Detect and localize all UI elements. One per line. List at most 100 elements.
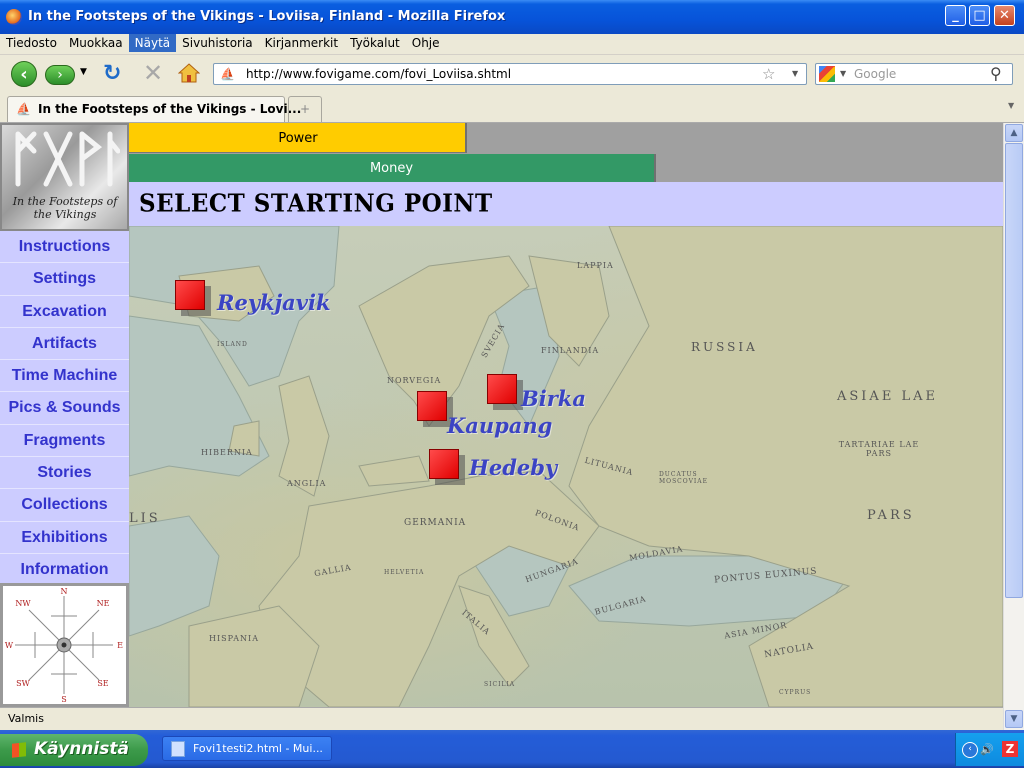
compass-e: E bbox=[117, 641, 123, 650]
compass-rose: N S E W NW NE SW SE bbox=[0, 583, 129, 707]
bookmark-star-icon[interactable]: ☆ bbox=[762, 65, 775, 83]
window-title: In the Footsteps of the Vikings - Loviis… bbox=[28, 9, 506, 24]
nav-artifacts[interactable]: Artifacts bbox=[0, 328, 129, 361]
menu-tyokalut[interactable]: Työkalut bbox=[344, 34, 406, 52]
windows-flag-icon bbox=[12, 742, 26, 758]
nav-information[interactable]: Information bbox=[0, 554, 129, 587]
home-icon[interactable] bbox=[177, 63, 201, 83]
compass-se: SE bbox=[97, 679, 108, 688]
compass-s: S bbox=[61, 695, 66, 704]
url-dropdown-icon[interactable]: ▼ bbox=[792, 69, 798, 78]
heading-bar: SELECT STARTING POINT bbox=[129, 182, 1003, 226]
back-button[interactable]: ‹ bbox=[11, 61, 37, 87]
search-engine-dropdown-icon[interactable]: ▼ bbox=[840, 69, 846, 78]
map-label-norvegia: NORVEGIA bbox=[387, 376, 442, 385]
map-label-lis: LIS bbox=[129, 511, 161, 526]
map-label-anglia: ANGLIA bbox=[287, 479, 327, 488]
map-label-helvetia: HELVETIA bbox=[384, 569, 425, 576]
tray-antivirus-icon[interactable]: Z bbox=[1002, 741, 1018, 757]
compass-rose-icon: N S E W NW NE SW SE bbox=[5, 587, 123, 704]
new-tab-button[interactable]: + bbox=[288, 96, 322, 122]
status-bar: Valmis bbox=[0, 707, 1003, 731]
map-label-hispania: HISPANIA bbox=[209, 634, 259, 643]
maximize-button[interactable]: □ bbox=[969, 5, 990, 26]
menu-sivuhistoria[interactable]: Sivuhistoria bbox=[176, 34, 259, 52]
tab-bar: ⛵ In the Footsteps of the Vikings - Lovi… bbox=[0, 93, 1024, 123]
city-marker[interactable] bbox=[487, 374, 517, 404]
map-label-tartariae: TARTARIAE LAE PARS bbox=[838, 440, 920, 458]
map-label-ducatus: DUCATUS MOSCOVIAE bbox=[659, 471, 708, 485]
city-marker[interactable] bbox=[175, 280, 205, 310]
menu-kirjanmerkit[interactable]: Kirjanmerkit bbox=[259, 34, 344, 52]
forward-button[interactable]: › bbox=[45, 65, 75, 85]
site-favicon-icon: ⛵ bbox=[220, 67, 235, 81]
reload-icon[interactable]: ↻ bbox=[103, 61, 121, 87]
nav-fragments[interactable]: Fragments bbox=[0, 425, 129, 458]
taskbar-item-firefox[interactable]: Fovi1testi2.html - Mui... bbox=[162, 736, 332, 761]
map-label-cyprus: CYPRUS bbox=[779, 689, 812, 696]
search-placeholder: Google bbox=[854, 67, 897, 81]
nav-exhibitions[interactable]: Exhibitions bbox=[0, 522, 129, 554]
compass-w: W bbox=[5, 641, 14, 650]
tray-volume-icon[interactable]: 🔊 bbox=[980, 743, 994, 756]
money-label: Money bbox=[369, 161, 414, 176]
scroll-down-icon[interactable]: ▼ bbox=[1005, 710, 1023, 728]
tab-list-icon[interactable]: ▼ bbox=[1008, 101, 1014, 110]
site-logo[interactable]: In the Footsteps of the Vikings bbox=[0, 123, 129, 231]
city-name[interactable]: Birka bbox=[521, 386, 586, 411]
scroll-thumb[interactable] bbox=[1005, 143, 1023, 598]
menu-nayta[interactable]: Näytä bbox=[128, 34, 177, 52]
vertical-scrollbar[interactable]: ▲ ▼ bbox=[1003, 123, 1024, 730]
money-meter: Money bbox=[129, 153, 1003, 182]
tab-active[interactable]: ⛵ In the Footsteps of the Vikings - Lovi… bbox=[7, 96, 301, 122]
window-titlebar[interactable]: In the Footsteps of the Vikings - Loviis… bbox=[0, 0, 1024, 34]
map-label-finlandia: FINLANDIA bbox=[541, 346, 600, 355]
city-marker[interactable] bbox=[417, 391, 447, 421]
city-name[interactable]: Kaupang bbox=[447, 413, 552, 438]
nav-excavation[interactable]: Excavation bbox=[0, 296, 129, 328]
tab-favicon-icon: ⛵ bbox=[16, 102, 31, 116]
menu-ohje[interactable]: Ohje bbox=[406, 34, 446, 52]
document-icon bbox=[171, 741, 185, 757]
url-text: http://www.fovigame.com/fovi_Loviisa.sht… bbox=[246, 67, 512, 81]
menu-muokkaa[interactable]: Muokkaa bbox=[63, 34, 129, 52]
nav-stories[interactable]: Stories bbox=[0, 457, 129, 490]
map-label-sicilia: SICILIA bbox=[484, 681, 516, 688]
city-marker[interactable] bbox=[429, 449, 459, 479]
map-label-hibernia: HIBERNIA bbox=[201, 448, 253, 457]
stop-icon[interactable]: ✕ bbox=[143, 59, 163, 87]
compass-ne: NE bbox=[97, 599, 110, 608]
start-label: Käynnistä bbox=[34, 739, 129, 759]
page-content: In the Footsteps of the Vikings Power Mo… bbox=[0, 123, 1003, 707]
logo-text: In the Footsteps of the Vikings bbox=[12, 195, 118, 221]
minimize-button[interactable]: _ bbox=[945, 5, 966, 26]
tab-title: In the Footsteps of the Vikings - Lovi..… bbox=[38, 102, 302, 116]
navigation-toolbar: ‹ › ▼ ↻ ✕ ⛵ http://www.fovigame.com/fovi… bbox=[0, 55, 1024, 93]
url-bar[interactable]: ⛵ http://www.fovigame.com/fovi_Loviisa.s… bbox=[213, 63, 807, 85]
menu-bar: Tiedosto Muokkaa Näytä Sivuhistoria Kirjanme… bbox=[0, 34, 1024, 55]
europe-map: LAPPIA RUSSIA FINLANDIA SVECIA NORVEGIA … bbox=[129, 226, 1003, 707]
nav-pics-sounds[interactable]: Pics & Sounds bbox=[0, 392, 129, 425]
map-label-russia: RUSSIA bbox=[691, 340, 758, 354]
system-tray: ‹ 🔊 Z bbox=[955, 733, 1024, 766]
sidebar-nav: Instructions Settings Excavation Artifac… bbox=[0, 231, 129, 587]
nav-instructions[interactable]: Instructions bbox=[0, 231, 129, 264]
scroll-up-icon[interactable]: ▲ bbox=[1005, 124, 1023, 142]
nav-time-machine[interactable]: Time Machine bbox=[0, 360, 129, 393]
menu-tiedosto[interactable]: Tiedosto bbox=[0, 34, 63, 52]
search-bar[interactable]: ▼ Google ⚲ bbox=[815, 63, 1013, 85]
city-name[interactable]: Reykjavik bbox=[217, 290, 331, 315]
history-dropdown-icon[interactable]: ▼ bbox=[80, 67, 87, 93]
tray-network-icon[interactable]: ‹ bbox=[962, 742, 978, 758]
compass-n: N bbox=[61, 587, 68, 596]
google-engine-icon[interactable] bbox=[819, 66, 835, 82]
compass-nw: NW bbox=[15, 599, 31, 608]
close-button[interactable]: ✕ bbox=[994, 5, 1015, 26]
nav-settings[interactable]: Settings bbox=[0, 263, 129, 296]
map-label-asiae: ASIAE LAE bbox=[837, 389, 938, 404]
power-meter: Power bbox=[129, 123, 1003, 153]
city-name[interactable]: Hedeby bbox=[469, 455, 557, 480]
nav-collections[interactable]: Collections bbox=[0, 489, 129, 522]
start-button[interactable]: Käynnistä bbox=[0, 734, 148, 766]
search-magnifier-icon[interactable]: ⚲ bbox=[990, 64, 1002, 83]
